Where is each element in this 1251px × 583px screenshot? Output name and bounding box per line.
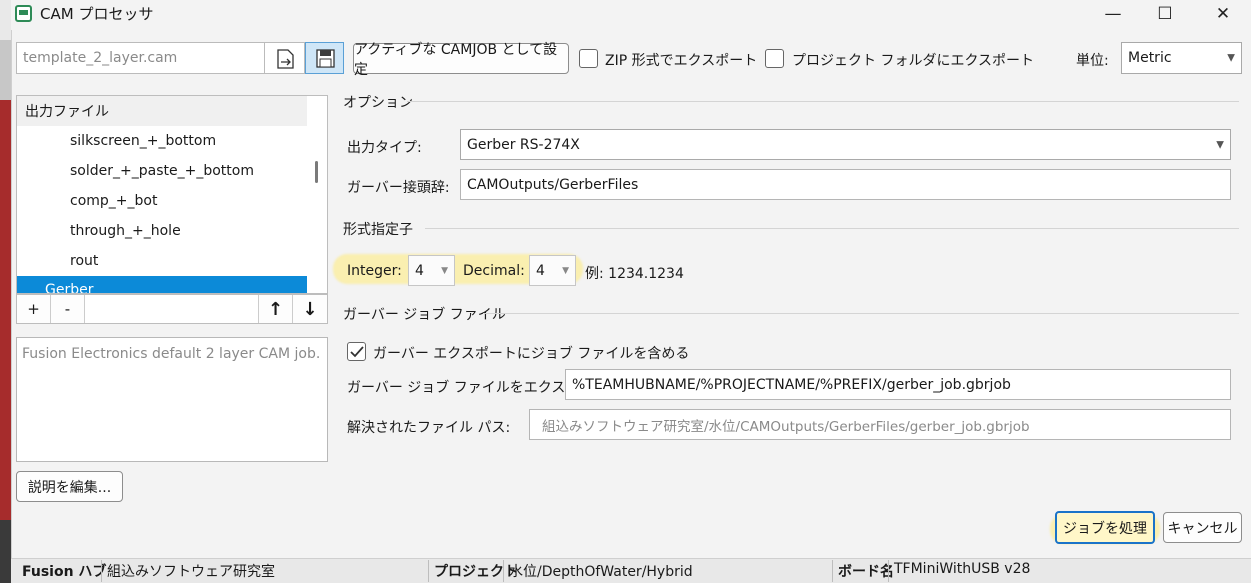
output-type-select[interactable]: Gerber RS-274X ▼ (460, 129, 1231, 160)
chevron-down-icon: ▼ (1216, 139, 1224, 150)
status-project-key: プロジェクト (434, 564, 518, 580)
chevron-down-icon: ▼ (562, 265, 569, 276)
move-down-button[interactable]: ↓ (292, 295, 327, 323)
integer-label: Integer: (347, 263, 402, 279)
gerber-label: Gerber (45, 282, 94, 294)
set-active-camjob-button[interactable]: アクティブな CAMJOB として設定 (353, 42, 569, 78)
title-bar (11, 0, 1251, 30)
tree-item-gerber[interactable]: Gerber (17, 276, 307, 294)
save-button[interactable] (305, 42, 344, 74)
status-separator (832, 560, 833, 582)
unit-label: 単位: (1076, 53, 1109, 69)
decimal-label: Decimal: (463, 263, 525, 279)
load-file-button[interactable] (265, 42, 305, 74)
tree-item-through-hole[interactable]: through_+_hole (70, 223, 181, 239)
include-job-file-label: ガーバー エクスポートにジョブ ファイルを含める (373, 346, 690, 362)
zip-export-checkbox[interactable] (579, 49, 598, 68)
save-icon (316, 49, 335, 68)
gerber-job-divider (483, 313, 1239, 314)
zip-export-label: ZIP 形式でエクスポート (605, 53, 758, 69)
status-separator (888, 560, 889, 582)
process-job-button[interactable]: ジョブを処理 (1055, 511, 1155, 544)
status-separator (101, 560, 102, 582)
tree-header: 出力ファイル (17, 96, 307, 126)
project-folder-export-label: プロジェクト フォルダにエクスポート (792, 53, 1035, 69)
cam-file-name-field[interactable]: template_2_layer.cam (16, 42, 265, 74)
cancel-button[interactable]: キャンセル (1163, 512, 1242, 543)
background-window-edge (0, 0, 11, 583)
job-description-box[interactable]: Fusion Electronics default 2 layer CAM j… (16, 337, 328, 462)
close-button[interactable]: ✕ (1197, 0, 1249, 28)
status-board-key: ボード名 (838, 564, 894, 580)
status-project-value: 水位/DepthOfWater/Hybrid (509, 564, 693, 580)
decimal-select[interactable]: 4 ▼ (529, 255, 576, 286)
output-files-tree[interactable]: 出力ファイル silkscreen_+_bottom solder_+_past… (16, 95, 328, 294)
unit-select-value: Metric (1128, 50, 1172, 66)
unit-select[interactable]: Metric ▼ (1121, 42, 1242, 74)
format-divider (425, 228, 1239, 229)
options-section-title: オプション (343, 95, 413, 111)
decimal-value: 4 (536, 262, 545, 279)
options-divider (407, 101, 1239, 102)
arrow-down-icon: ↓ (302, 298, 318, 320)
status-hub-key: Fusion ハブ (22, 564, 107, 580)
gerber-job-section-title: ガーバー ジョブ ファイル (343, 307, 506, 323)
tree-item-comp-bot[interactable]: comp_+_bot (70, 193, 157, 209)
status-hub-value: 組込みソフトウェア研究室 (107, 564, 275, 580)
integer-select[interactable]: 4 ▼ (408, 255, 455, 286)
move-up-button[interactable]: ↑ (258, 295, 292, 323)
status-board-value: TFMiniWithUSB v28 (894, 561, 1031, 577)
resolved-path-label: 解決されたファイル パス: (347, 420, 511, 436)
output-type-value: Gerber RS-274X (467, 136, 580, 153)
minimize-button[interactable]: — (1087, 0, 1139, 28)
tree-item-silkscreen-bottom[interactable]: silkscreen_+_bottom (70, 133, 216, 149)
window-title: CAM プロセッサ (40, 5, 154, 23)
gerber-prefix-input[interactable]: CAMOutputs/GerberFiles (460, 169, 1231, 200)
chevron-down-icon: ▼ (441, 265, 448, 276)
cam-processor-icon (15, 5, 32, 22)
export-job-file-input[interactable]: %TEAMHUBNAME/%PROJECTNAME/%PREFIX/gerber… (565, 369, 1231, 400)
add-output-button[interactable]: + (17, 295, 51, 323)
output-type-label: 出力タイプ: (347, 140, 422, 156)
status-separator (428, 560, 429, 582)
arrow-up-icon: ↑ (267, 298, 284, 320)
status-separator (503, 560, 504, 582)
format-section-title: 形式指定子 (343, 222, 413, 238)
resolved-path-field: 組込みソフトウェア研究室/水位/CAMOutputs/GerberFiles/g… (529, 409, 1231, 440)
format-example-text: 例: 1234.1234 (585, 266, 684, 282)
include-job-file-checkbox[interactable] (347, 342, 366, 361)
tree-item-solder-paste-bottom[interactable]: solder_+_paste_+_bottom (70, 163, 254, 179)
chevron-down-icon: ▼ (1227, 52, 1235, 64)
tree-scrollbar-thumb[interactable] (315, 161, 318, 183)
integer-value: 4 (415, 262, 424, 279)
maximize-button[interactable]: ☐ (1139, 0, 1191, 28)
gerber-prefix-label: ガーバー接頭辞: (347, 180, 450, 196)
edit-description-button[interactable]: 説明を編集... (16, 471, 123, 502)
remove-output-button[interactable]: - (51, 295, 85, 323)
check-icon (350, 346, 364, 358)
load-file-icon (277, 49, 294, 69)
tree-item-rout[interactable]: rout (70, 253, 98, 269)
project-folder-export-checkbox[interactable] (765, 49, 784, 68)
